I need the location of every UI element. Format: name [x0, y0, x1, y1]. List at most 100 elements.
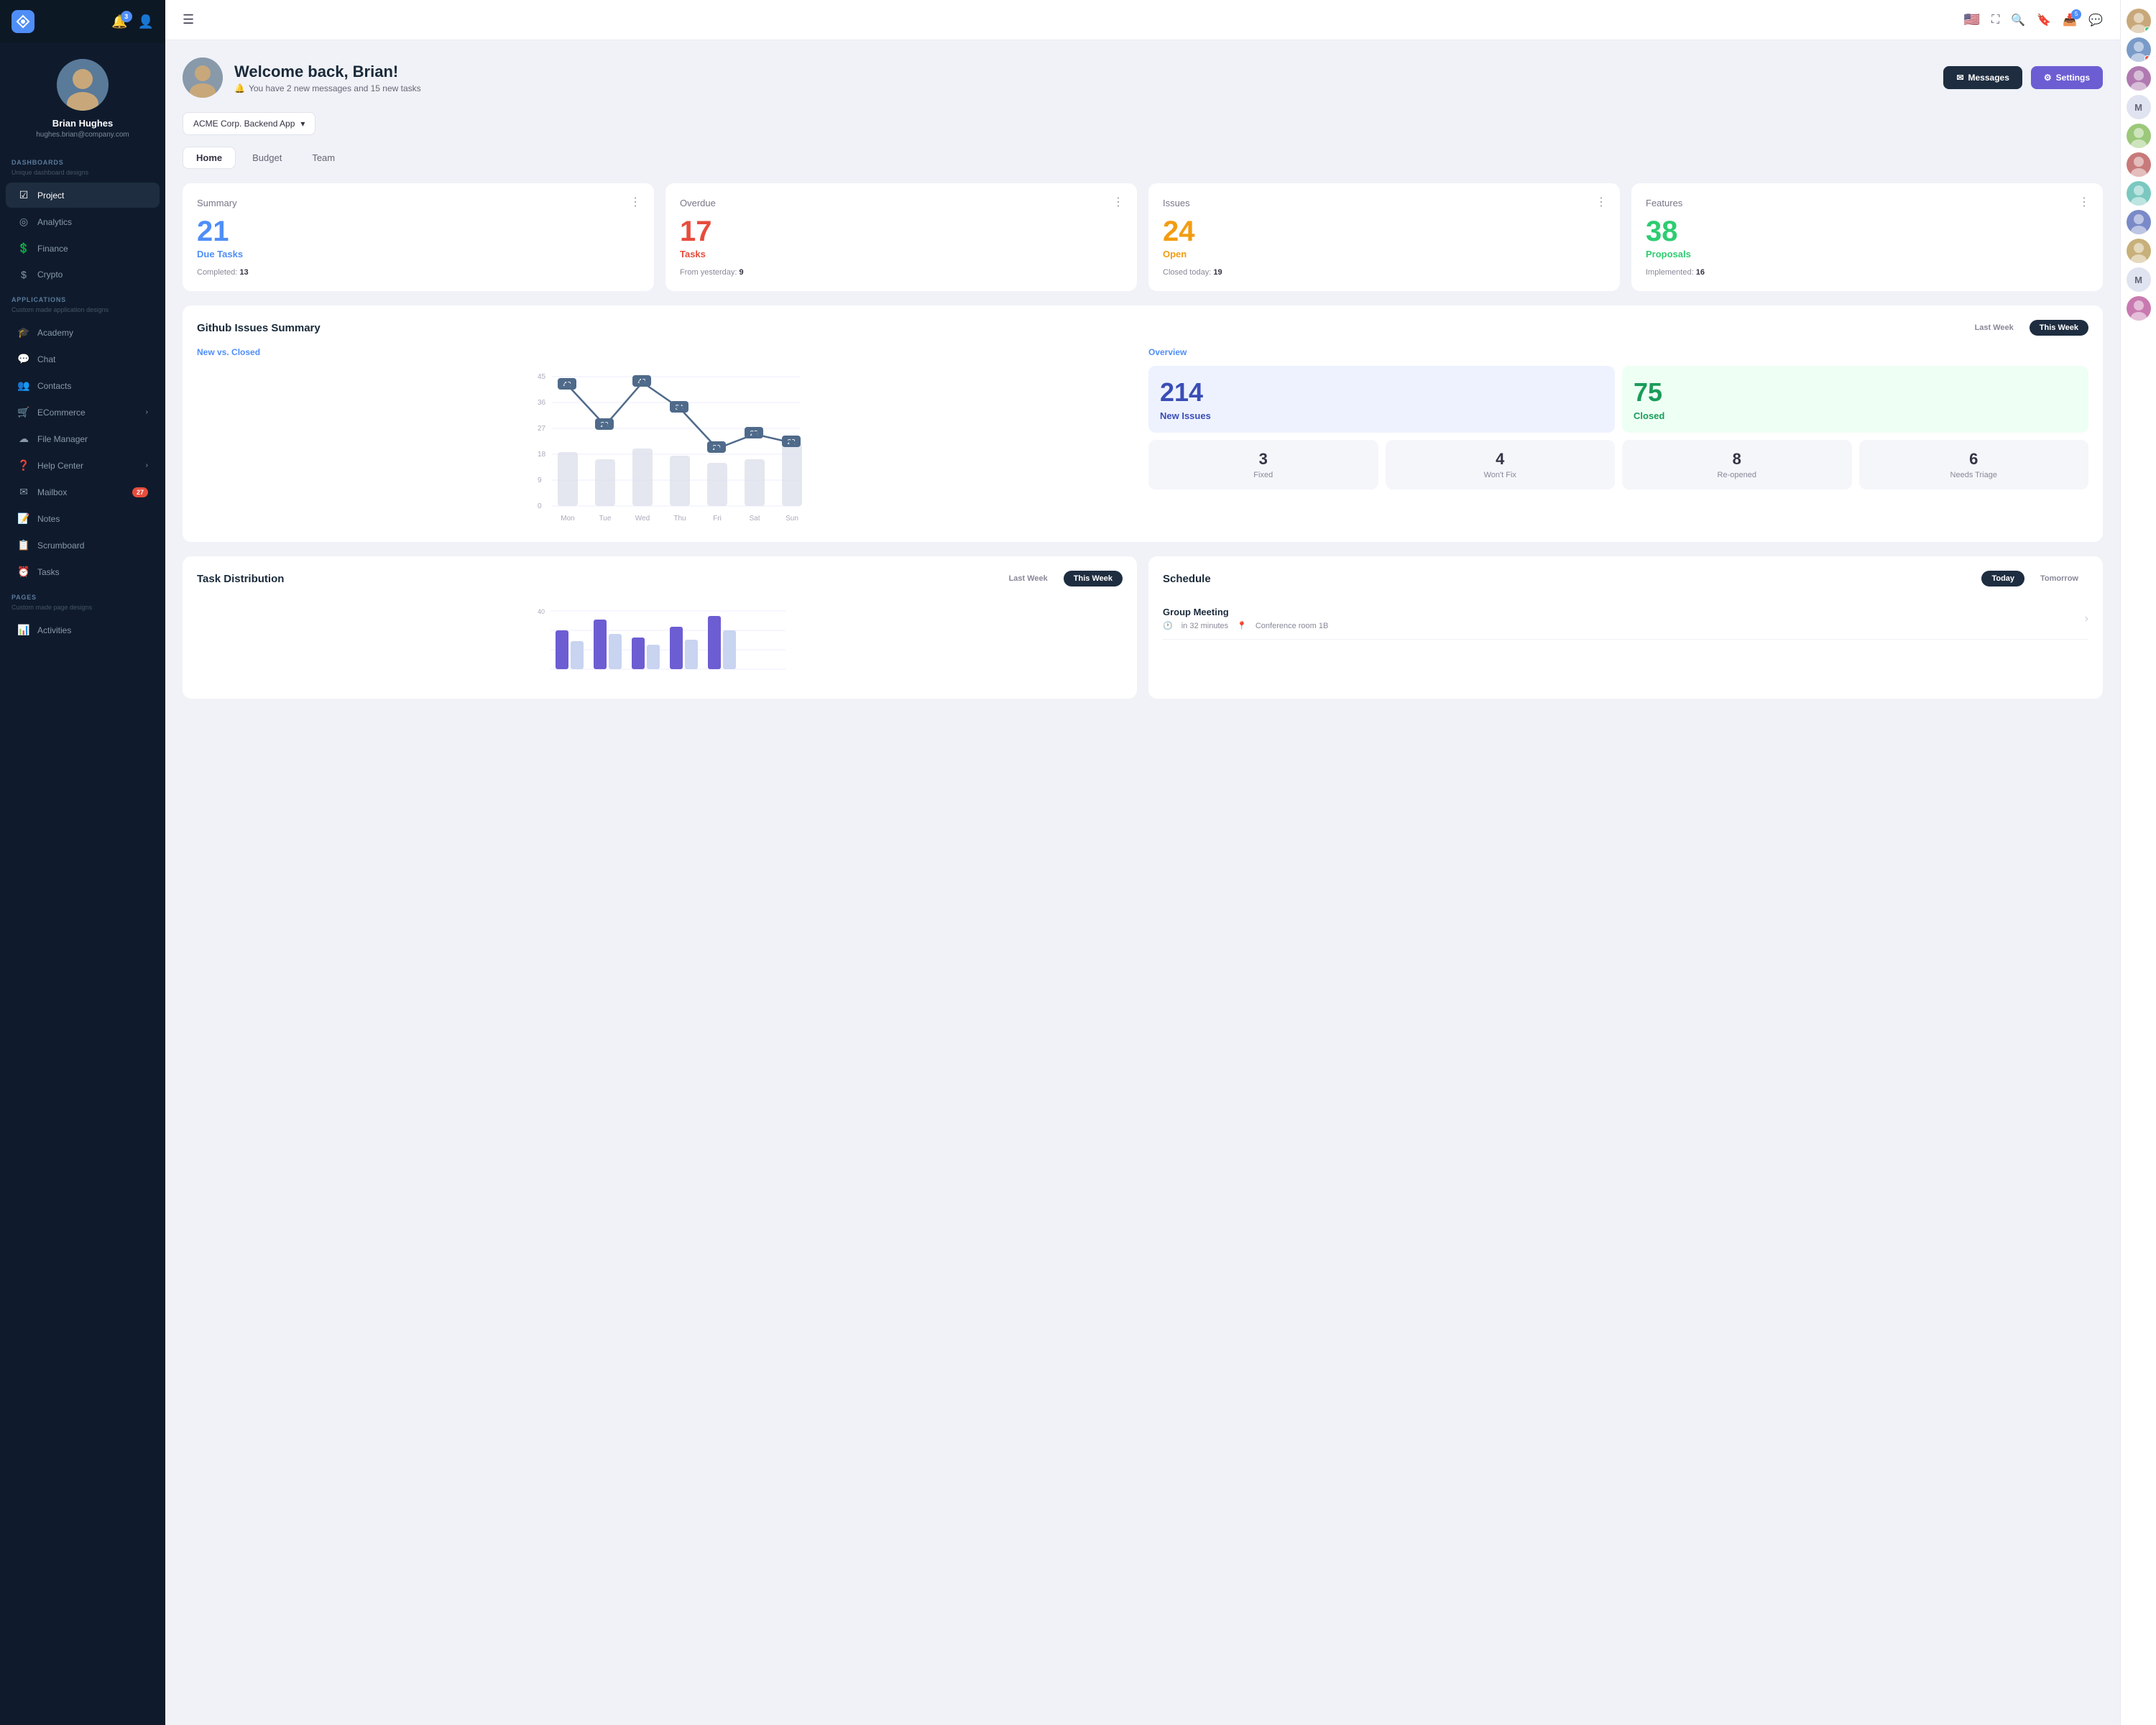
messages-button[interactable]: ✉ Messages [1943, 66, 2022, 89]
scrumboard-icon: 📋 [17, 539, 30, 551]
stat-more-menu-issues[interactable]: ⋮ [1595, 195, 1608, 209]
sidebar-item-notes[interactable]: 📝 Notes [6, 506, 160, 531]
sidebar-item-contacts[interactable]: 👥 Contacts [6, 373, 160, 398]
stat-more-menu-overdue[interactable]: ⋮ [1112, 195, 1125, 209]
tab-home[interactable]: Home [183, 147, 236, 169]
overview-mini-cards: 3 Fixed 4 Won't Fix 8 Re-opened 6 [1148, 440, 2088, 489]
task-this-week-btn[interactable]: This Week [1064, 571, 1123, 586]
sidebar-item-academy[interactable]: 🎓 Academy [6, 320, 160, 345]
task-last-week-btn[interactable]: Last Week [999, 571, 1058, 586]
sidebar-user-avatar[interactable] [57, 59, 109, 111]
inbox-icon[interactable]: 📥 5 [2063, 13, 2077, 27]
github-this-week-btn[interactable]: This Week [2030, 320, 2088, 336]
stats-row: Summary ⋮ 21 Due Tasks Completed: 13 Ove… [183, 183, 2103, 291]
closed-number: 75 [1634, 377, 1662, 408]
task-dist-title: Task Distribution [197, 573, 284, 585]
github-last-week-btn[interactable]: Last Week [1965, 320, 2024, 336]
notification-bell-icon[interactable]: 🔔 3 [111, 14, 127, 29]
stat-title-overdue: Overdue [680, 198, 1123, 208]
stat-more-menu-features[interactable]: ⋮ [2078, 195, 2091, 209]
right-avatar-8[interactable] [2127, 239, 2151, 263]
right-avatar-5[interactable] [2127, 152, 2151, 177]
sidebar-item-helpcenter[interactable]: ❓ Help Center › [6, 453, 160, 478]
schedule-toggle-buttons: Today Tomorrow [1981, 571, 2088, 586]
user-icon[interactable]: 👤 [138, 14, 154, 29]
sidebar-profile: Brian Hughes hughes.brian@company.com [0, 43, 165, 150]
main-content: Welcome back, Brian! 🔔 You have 2 new me… [165, 40, 2120, 1725]
mailbox-icon: ✉ [17, 486, 30, 498]
sidebar-item-filemanager[interactable]: ☁ File Manager [6, 426, 160, 451]
right-avatar-3[interactable]: M [2127, 95, 2151, 119]
right-avatar-2[interactable] [2127, 66, 2151, 91]
fullscreen-icon[interactable]: ⛶ [1991, 14, 1999, 27]
section-apps-label: APPLICATIONS [0, 288, 165, 306]
right-avatar-6[interactable] [2127, 181, 2151, 206]
chevron-right-icon: › [146, 408, 148, 416]
online-dot [2145, 27, 2150, 32]
menu-hamburger-icon[interactable]: ☰ [183, 12, 194, 27]
schedule-today-btn[interactable]: Today [1981, 571, 2024, 586]
right-avatar-1[interactable] [2127, 37, 2151, 62]
svg-text:Mon: Mon [561, 515, 574, 523]
sidebar-item-tasks[interactable]: ⏰ Tasks [6, 559, 160, 584]
right-avatar-10[interactable] [2127, 296, 2151, 321]
activities-icon: 📊 [17, 624, 30, 636]
schedule-event-meta: 🕐 in 32 minutes 📍 Conference room 1B [1163, 621, 1328, 630]
sidebar-item-ecommerce[interactable]: 🛒 ECommerce › [6, 400, 160, 425]
envelope-icon: ✉ [1956, 73, 1963, 83]
needstriage-num: 6 [1866, 450, 2082, 469]
sidebar-item-mailbox[interactable]: ✉ Mailbox 27 [6, 479, 160, 505]
notes-icon: 📝 [17, 512, 30, 525]
offline-dot [2145, 55, 2150, 61]
schedule-tomorrow-btn[interactable]: Tomorrow [2030, 571, 2088, 586]
stat-label-features: Proposals [1646, 249, 2088, 259]
section-pages-sub: Custom made page designs [0, 604, 165, 617]
welcome-avatar [183, 58, 223, 98]
sidebar-item-scrumboard[interactable]: 📋 Scrumboard [6, 533, 160, 558]
tab-team[interactable]: Team [298, 147, 349, 169]
right-avatar-9[interactable]: M [2127, 267, 2151, 292]
sidebar: 🔔 3 👤 Brian Hughes hughes.brian@company.… [0, 0, 165, 1725]
project-selector[interactable]: ACME Corp. Backend App ▾ [183, 112, 315, 135]
sidebar-item-label: Mailbox [37, 487, 67, 497]
chat-topbar-icon[interactable]: 💬 [2088, 13, 2103, 27]
section-dashboards-label: DASHBOARDS [0, 150, 165, 169]
right-avatar-7[interactable] [2127, 210, 2151, 234]
reopened-label: Re-opened [1629, 471, 1845, 479]
task-dist-toggle-buttons: Last Week This Week [999, 571, 1123, 586]
svg-text:9: 9 [538, 477, 542, 484]
bookmark-icon[interactable]: 🔖 [2037, 13, 2051, 27]
language-flag-icon[interactable]: 🇺🇸 [1964, 12, 1980, 27]
mini-card-fixed: 3 Fixed [1148, 440, 1378, 489]
right-avatar-0[interactable] [2127, 9, 2151, 33]
project-selector-label: ACME Corp. Backend App [193, 119, 295, 129]
sidebar-item-chat[interactable]: 💬 Chat [6, 346, 160, 372]
stat-more-menu-summary[interactable]: ⋮ [630, 195, 642, 209]
task-distribution-section: Task Distribution Last Week This Week 40 [183, 556, 1137, 699]
task-dist-chart: 40 [197, 598, 1123, 684]
stat-label-issues: Open [1163, 249, 1606, 259]
sidebar-item-analytics[interactable]: ◎ Analytics [6, 209, 160, 234]
chevron-right-schedule-icon[interactable]: › [2085, 612, 2088, 625]
tab-budget[interactable]: Budget [239, 147, 295, 169]
chevron-right-icon-help: › [146, 461, 148, 469]
sidebar-item-label: File Manager [37, 434, 88, 444]
chat-icon: 💬 [17, 353, 30, 365]
sidebar-item-label: Finance [37, 244, 68, 254]
welcome-text: Welcome back, Brian! 🔔 You have 2 new me… [234, 63, 421, 93]
svg-text:27: 27 [538, 425, 546, 433]
right-avatar-4[interactable] [2127, 124, 2151, 148]
stat-card-features: Features ⋮ 38 Proposals Implemented: 16 [1631, 183, 2103, 291]
search-icon[interactable]: 🔍 [2011, 13, 2025, 27]
svg-text:36: 36 [538, 399, 546, 407]
new-vs-closed-label: New vs. Closed [197, 347, 1137, 357]
sidebar-item-activities[interactable]: 📊 Activities [6, 617, 160, 643]
inbox-badge: 5 [2071, 9, 2081, 19]
app-logo[interactable] [11, 10, 34, 33]
sidebar-item-crypto[interactable]: $ Crypto [6, 262, 160, 287]
stat-card-issues: Issues ⋮ 24 Open Closed today: 19 [1148, 183, 1620, 291]
sidebar-item-finance[interactable]: 💲 Finance [6, 236, 160, 261]
settings-button[interactable]: ⚙ Settings [2031, 66, 2103, 89]
topbar-right: 🇺🇸 ⛶ 🔍 🔖 📥 5 💬 [1964, 12, 2103, 27]
sidebar-item-project[interactable]: ☑ Project [6, 183, 160, 208]
